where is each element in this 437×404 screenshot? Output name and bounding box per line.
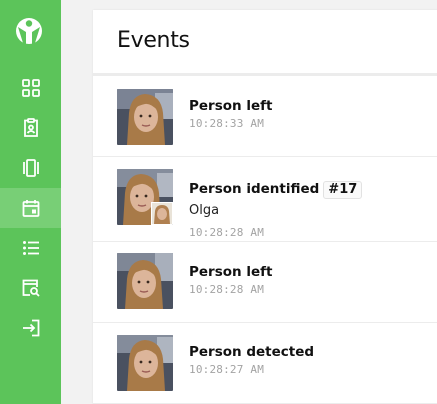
person-photo bbox=[117, 335, 173, 391]
person-name: Olga bbox=[189, 203, 220, 218]
events-panel: Events Person left 10:28:33 AM Person id… bbox=[93, 10, 437, 404]
page-title: Events bbox=[117, 28, 190, 53]
person-id-badge[interactable]: #17 bbox=[323, 181, 363, 199]
person-photo bbox=[117, 253, 173, 309]
nav-login[interactable] bbox=[0, 308, 61, 348]
calendar-icon bbox=[22, 200, 39, 217]
event-time: 10:28:27 AM bbox=[189, 363, 265, 376]
event-title-text: Person identified bbox=[189, 181, 320, 197]
event-time: 10:28:28 AM bbox=[189, 283, 265, 296]
panels-icon bbox=[22, 159, 39, 177]
grid-icon bbox=[21, 79, 40, 97]
nav-persons[interactable] bbox=[0, 108, 61, 148]
person-photo bbox=[117, 89, 173, 145]
event-title: Person identified #17 bbox=[189, 181, 363, 199]
sidebar bbox=[0, 0, 61, 404]
nav-events[interactable] bbox=[0, 188, 61, 228]
divider bbox=[93, 322, 437, 323]
event-title: Person detected bbox=[189, 344, 315, 360]
badge-icon bbox=[23, 118, 38, 137]
event-time: 10:28:28 AM bbox=[189, 226, 265, 239]
nav-list[interactable] bbox=[0, 228, 61, 268]
event-title: Person left bbox=[189, 264, 273, 280]
nav-dashboard[interactable] bbox=[0, 68, 61, 108]
list-icon bbox=[22, 241, 39, 255]
header-divider bbox=[93, 73, 437, 76]
event-time: 10:28:33 AM bbox=[189, 117, 265, 130]
event-title: Person left bbox=[189, 98, 273, 114]
divider bbox=[93, 241, 437, 242]
divider bbox=[93, 156, 437, 157]
search-doc-icon bbox=[22, 279, 40, 297]
nav-search[interactable] bbox=[0, 268, 61, 308]
logo-icon[interactable] bbox=[14, 16, 44, 46]
nav-layout[interactable] bbox=[0, 148, 61, 188]
person-photo bbox=[117, 169, 173, 225]
login-icon bbox=[22, 319, 39, 337]
